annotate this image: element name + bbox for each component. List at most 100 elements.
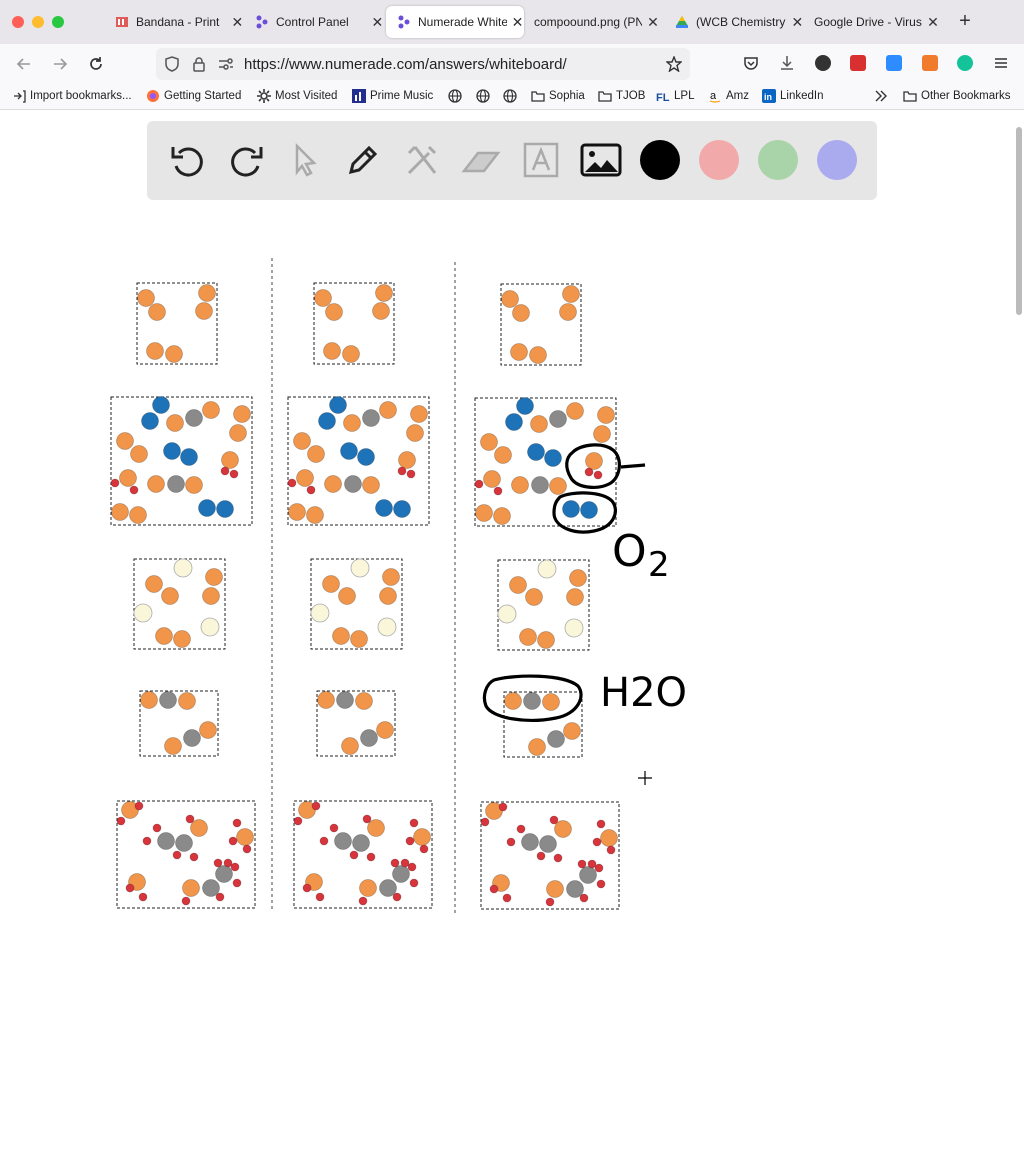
atom: [344, 475, 362, 493]
google-drive-icon: [674, 14, 690, 30]
numerade-icon: [254, 14, 270, 30]
whiteboard-canvas[interactable]: O 2 H2O: [0, 111, 1024, 1158]
bookmark-globe-3[interactable]: [503, 89, 521, 103]
atom: [334, 832, 352, 850]
zoom-icon[interactable]: [886, 55, 902, 71]
other-bookmarks-folder[interactable]: Other Bookmarks: [903, 89, 1010, 103]
maximize-window-button[interactable]: [52, 16, 64, 28]
bookmark-label: Import bookmarks...: [30, 90, 132, 102]
tab-google-drive[interactable]: Google Drive - Virus ✕: [804, 6, 944, 38]
bookmark-linkedin[interactable]: in LinkedIn: [762, 89, 823, 103]
bookmark-prime-music[interactable]: Prime Music: [352, 89, 433, 103]
atom: [185, 814, 195, 824]
tab-control-panel[interactable]: Control Panel ✕: [244, 6, 384, 38]
bookmark-getting-started[interactable]: Getting Started: [146, 89, 241, 103]
bookmark-label: Other Bookmarks: [921, 90, 1011, 102]
tab-bandana[interactable]: Bandana - Print ✕: [104, 6, 244, 38]
page-settings-icon[interactable]: [218, 57, 234, 71]
atom: [360, 729, 378, 747]
close-tab-icon[interactable]: ✕: [371, 14, 384, 31]
atom: [215, 865, 233, 883]
atom: [319, 836, 329, 846]
atom: [527, 443, 545, 461]
atom: [134, 801, 144, 811]
atom: [355, 692, 373, 710]
close-tab-icon[interactable]: ✕: [511, 14, 524, 31]
atom: [516, 397, 534, 415]
reload-button[interactable]: [84, 52, 108, 76]
atom: [519, 628, 537, 646]
grammarly-icon[interactable]: [957, 55, 973, 71]
pocket-icon[interactable]: [743, 55, 759, 71]
honey-icon[interactable]: [922, 55, 938, 71]
atom: [142, 836, 152, 846]
menu-icon[interactable]: [993, 55, 1009, 71]
bookmark-amz[interactable]: a Amz: [708, 89, 749, 103]
atom: [390, 858, 400, 868]
close-tab-icon[interactable]: ✕: [926, 14, 940, 31]
bookmark-import[interactable]: Import bookmarks...: [12, 89, 132, 103]
tab-wcb-chemistry[interactable]: (WCB Chemistry ✕: [664, 6, 804, 38]
atom: [189, 852, 199, 862]
bookmark-star-icon[interactable]: [666, 56, 682, 72]
atom: [293, 816, 303, 826]
atom: [342, 345, 360, 363]
url-bar[interactable]: https://www.numerade.com/answers/whitebo…: [156, 48, 690, 80]
close-tab-icon[interactable]: ✕: [646, 14, 660, 31]
atom: [407, 862, 417, 872]
scrollbar[interactable]: [1016, 127, 1022, 315]
atom: [205, 568, 223, 586]
atom: [480, 817, 490, 827]
atom: [366, 852, 376, 862]
bookmark-folder-sophia[interactable]: Sophia: [531, 89, 585, 103]
atom: [164, 737, 182, 755]
atom: [475, 504, 493, 522]
atom: [372, 302, 390, 320]
atom: [228, 836, 238, 846]
amazon-icon: a: [708, 89, 722, 103]
close-tab-icon[interactable]: ✕: [791, 14, 804, 31]
atom: [138, 892, 148, 902]
atom: [530, 415, 548, 433]
tab-bar: Bandana - Print ✕ Control Panel ✕ Numera…: [0, 0, 1024, 44]
atom: [229, 424, 247, 442]
tab-label: (WCB Chemistry: [696, 15, 786, 29]
atom: [230, 862, 240, 872]
bookmark-globe-2[interactable]: [476, 89, 494, 103]
linkedin-icon: in: [762, 89, 776, 103]
atom: [202, 587, 220, 605]
navigation-bar: https://www.numerade.com/answers/whitebo…: [0, 44, 1024, 84]
atom: [542, 693, 560, 711]
close-tab-icon[interactable]: ✕: [231, 14, 244, 31]
atom: [596, 879, 606, 889]
tab-numerade-whiteboard[interactable]: Numerade White ✕: [386, 6, 524, 38]
atom: [180, 448, 198, 466]
atom: [547, 730, 565, 748]
h2o-label: H2O: [600, 670, 687, 716]
back-button[interactable]: [12, 52, 36, 76]
bookmark-globe-1[interactable]: [448, 89, 466, 103]
tab-compound-png[interactable]: compoound.png (PN ✕: [524, 6, 664, 38]
download-icon[interactable]: [779, 55, 795, 71]
atom: [564, 618, 584, 638]
bookmark-most-visited[interactable]: Most Visited: [257, 89, 337, 103]
forward-button[interactable]: [48, 52, 72, 76]
lastpass-icon[interactable]: [850, 55, 866, 71]
atom: [146, 342, 164, 360]
url-text[interactable]: https://www.numerade.com/answers/whitebo…: [244, 56, 567, 73]
firefox-icon: [146, 89, 160, 103]
atom: [593, 470, 603, 480]
atom: [199, 721, 217, 739]
more-bookmarks-button[interactable]: [874, 89, 892, 103]
profile-avatar[interactable]: [815, 55, 831, 71]
atom: [310, 603, 330, 623]
bookmark-lpl[interactable]: FL LPL: [656, 89, 694, 103]
bookmark-folder-tjob[interactable]: TJOB: [598, 89, 645, 103]
import-icon: [12, 89, 26, 103]
atom: [352, 834, 370, 852]
minimize-window-button[interactable]: [32, 16, 44, 28]
atom: [406, 424, 424, 442]
close-window-button[interactable]: [12, 16, 24, 28]
new-tab-button[interactable]: +: [954, 10, 976, 32]
atom: [553, 853, 563, 863]
